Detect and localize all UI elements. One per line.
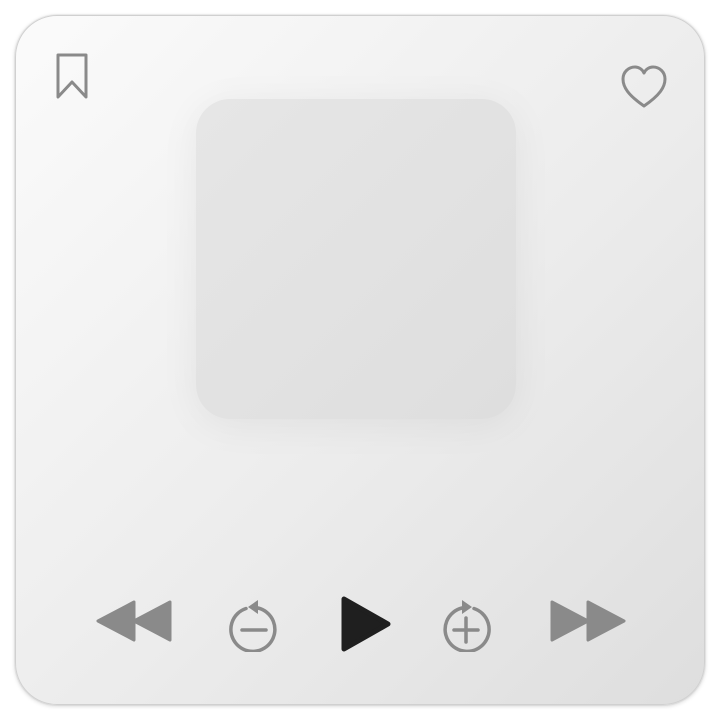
rewind-icon[interactable] — [94, 598, 174, 644]
media-player-widget — [15, 15, 705, 705]
heart-icon[interactable] — [620, 64, 668, 110]
skip-back-icon[interactable] — [226, 594, 282, 652]
album-artwork — [196, 99, 516, 419]
fast-forward-icon[interactable] — [548, 598, 628, 644]
skip-forward-icon[interactable] — [438, 594, 494, 652]
bookmark-icon[interactable] — [54, 52, 90, 100]
play-icon[interactable] — [338, 594, 394, 654]
